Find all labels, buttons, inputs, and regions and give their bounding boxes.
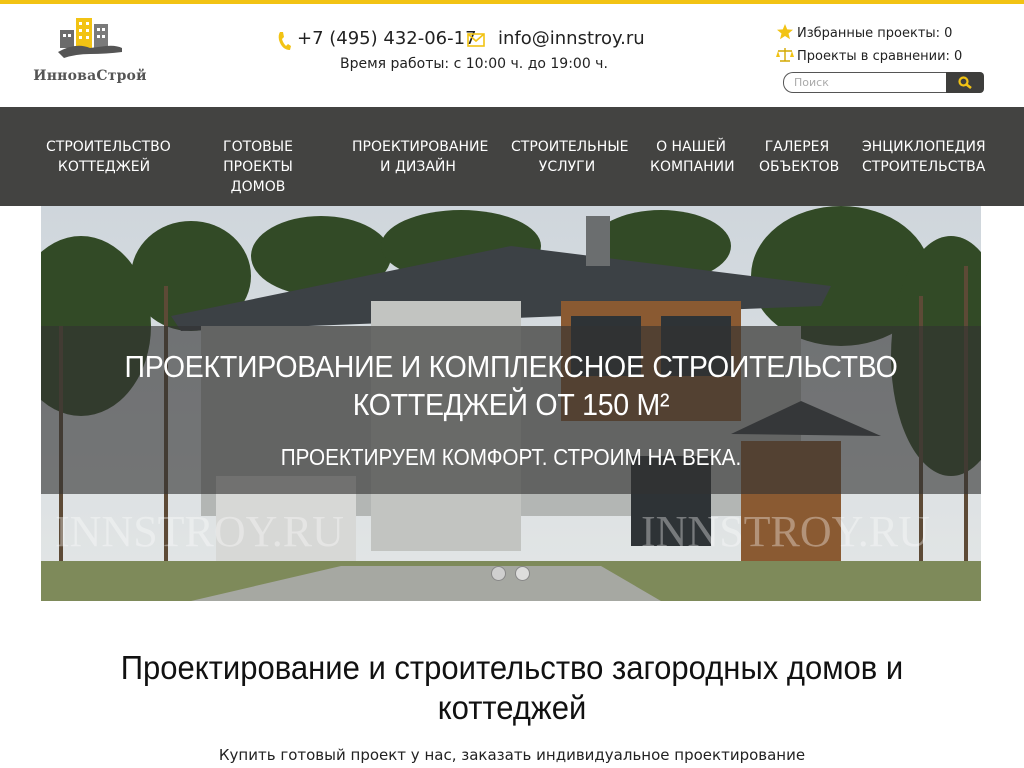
main-navigation: СТРОИТЕЛЬСТВО КОТТЕДЖЕЙ ГОТОВЫЕ ПРОЕКТЫ … <box>0 107 1024 206</box>
compare-label: Проекты в сравнении: 0 <box>797 49 963 64</box>
nav-item-design[interactable]: ПРОЕКТИРОВАНИЕ И ДИЗАЙН <box>352 137 488 177</box>
scales-icon <box>776 48 794 62</box>
search-form <box>783 72 984 93</box>
watermark-left: INNSTROY.RU <box>55 507 344 556</box>
favorites-link[interactable]: Избранные проекты: 0 <box>776 24 952 42</box>
nav-item-about-company[interactable]: О НАШЕЙ КОМПАНИИ <box>650 137 735 177</box>
email-link[interactable]: info@innstroy.ru <box>498 28 645 49</box>
hero-title: ПРОЕКТИРОВАНИЕ И КОМПЛЕКСНОЕ СТРОИТЕЛЬСТ… <box>124 349 898 422</box>
working-hours: Время работы: с 10:00 ч. до 19:00 ч. <box>340 56 608 72</box>
phone-icon <box>278 32 291 50</box>
search-button[interactable] <box>946 72 984 93</box>
hero-slider: INNSTROY.RU INNSTROY.RU ПРОЕКТИРОВАНИЕ И… <box>41 206 981 601</box>
compare-link[interactable]: Проекты в сравнении: 0 <box>776 47 962 65</box>
page-title: Проектирование и строительство загородны… <box>120 649 904 726</box>
page-subtitle: Купить готовый проект у нас, заказать ин… <box>218 746 806 764</box>
nav-item-encyclopedia[interactable]: ЭНЦИКЛОПЕДИЯ СТРОИТЕЛЬСТВА <box>862 137 986 177</box>
search-icon <box>958 76 972 89</box>
site-logo[interactable]: ИнноваСтрой <box>32 12 148 92</box>
nav-item-gallery[interactable]: ГАЛЕРЕЯ ОБЪЕКТОВ <box>759 137 839 177</box>
star-icon <box>777 24 793 40</box>
watermark-right: INNSTROY.RU <box>641 507 930 556</box>
search-input[interactable] <box>783 72 947 93</box>
phone-link[interactable]: +7 (495) 432-06-17 <box>297 28 477 49</box>
logo-text: ИнноваСтрой <box>33 68 147 84</box>
nav-item-cottage-construction[interactable]: СТРОИТЕЛЬСТВО КОТТЕДЖЕЙ <box>46 137 171 177</box>
favorites-label: Избранные проекты: 0 <box>797 26 953 41</box>
header-contacts: +7 (495) 432-06-17 info@innstroy.ru Врем… <box>276 26 656 78</box>
nav-item-ready-projects[interactable]: ГОТОВЫЕ ПРОЕКТЫ ДОМОВ <box>190 137 326 197</box>
mail-icon <box>467 33 485 47</box>
slider-dot-1[interactable] <box>491 566 506 581</box>
accent-top-line <box>0 0 1024 4</box>
slider-dot-2[interactable] <box>515 566 530 581</box>
city-buildings-hand-logo-icon <box>58 18 122 58</box>
nav-item-construction-services[interactable]: СТРОИТЕЛЬНЫЕ УСЛУГИ <box>511 137 629 177</box>
hero-subtitle: ПРОЕКТИРУЕМ КОМФОРТ. СТРОИМ НА ВЕКА. <box>280 444 742 470</box>
